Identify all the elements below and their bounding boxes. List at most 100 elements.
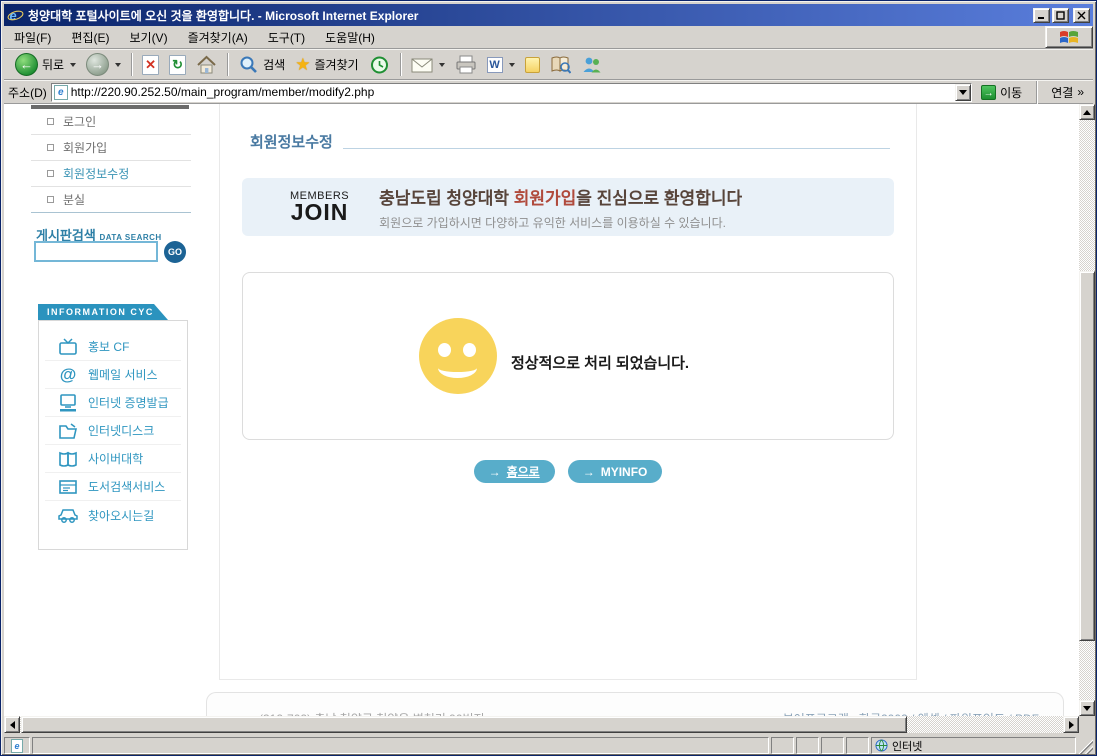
menu-favorites[interactable]: 즐겨찾기(A) xyxy=(188,29,248,46)
address-dropdown-button[interactable] xyxy=(955,84,971,101)
sidebar-item-label: 로그인 xyxy=(63,113,96,130)
address-field[interactable]: e xyxy=(51,83,972,102)
scroll-up-button[interactable] xyxy=(1079,104,1095,120)
board-search-input[interactable] xyxy=(34,241,158,262)
maximize-button[interactable] xyxy=(1052,8,1069,23)
horizontal-scrollbar[interactable] xyxy=(4,716,1079,733)
catalog-icon xyxy=(58,478,78,496)
banner-title-emphasis: 회원가입 xyxy=(514,189,577,208)
back-label: 뒤로 xyxy=(42,56,64,73)
computer-icon xyxy=(58,394,78,412)
status-pane xyxy=(796,737,819,754)
scroll-left-button[interactable] xyxy=(4,716,20,733)
svg-text:e: e xyxy=(10,7,17,22)
sidebar-member-menu: 로그인 회원가입 회원정보수정 분실 xyxy=(31,109,191,213)
vertical-scrollbar[interactable] xyxy=(1079,104,1095,716)
info-item-label: 사이버대학 xyxy=(88,450,143,467)
vertical-scroll-thumb[interactable] xyxy=(1079,271,1095,641)
favorites-label: 즐겨찾기 xyxy=(314,56,358,73)
home-icon xyxy=(196,55,217,75)
messenger-button[interactable] xyxy=(576,51,608,79)
research-button[interactable] xyxy=(545,51,576,79)
info-item-library-search[interactable]: 도서검색서비스 xyxy=(45,473,181,501)
sidebar-item-label: 회원정보수정 xyxy=(63,165,129,182)
scroll-right-button[interactable] xyxy=(1063,716,1079,733)
menu-tools[interactable]: 도구(T) xyxy=(268,29,305,46)
square-bullet-icon xyxy=(47,118,54,125)
members-join-logo: MEMBERS JOIN xyxy=(290,190,349,224)
car-icon xyxy=(58,506,78,524)
page-heading: 회원정보수정 xyxy=(250,131,890,152)
horizontal-scroll-thumb[interactable] xyxy=(21,716,907,733)
mail-icon xyxy=(411,57,433,73)
forward-dropdown-icon[interactable] xyxy=(115,63,121,67)
sidebar-item-modify-info[interactable]: 회원정보수정 xyxy=(31,161,191,187)
scroll-down-button[interactable] xyxy=(1079,700,1095,716)
stop-button[interactable]: ✕ xyxy=(137,51,164,79)
go-button[interactable]: → 이동 xyxy=(976,82,1027,103)
go-label: 이동 xyxy=(1000,84,1022,101)
home-pill-button[interactable]: → 홈으로 xyxy=(474,460,555,483)
print-icon xyxy=(455,55,477,74)
page-viewport: 로그인 회원가입 회원정보수정 분실 게시판검색 DATA SEARCH GO … xyxy=(4,104,1079,716)
information-cyc-header: INFORMATION CYC xyxy=(38,304,168,320)
sidebar-item-lost[interactable]: 분실 xyxy=(31,187,191,213)
menu-view[interactable]: 보기(V) xyxy=(129,29,167,46)
links-button[interactable]: 연결 » xyxy=(1046,82,1089,103)
favorites-button[interactable]: ★ 즐겨찾기 xyxy=(290,51,363,79)
main-content: 회원정보수정 MEMBERS JOIN 충남도립 청양대학 회원가입을 진심으로… xyxy=(219,104,917,680)
info-item-cyber-university[interactable]: 사이버대학 xyxy=(45,445,181,473)
action-buttons: → 홈으로 → MYINFO xyxy=(242,460,894,483)
info-item-label: 도서검색서비스 xyxy=(88,478,165,495)
discuss-button[interactable] xyxy=(520,51,545,79)
mail-dropdown-icon[interactable] xyxy=(439,63,445,67)
info-item-directions[interactable]: 찾아오시는길 xyxy=(45,501,181,529)
myinfo-pill-button[interactable]: → MYINFO xyxy=(568,460,663,483)
page-favicon-icon: e xyxy=(54,85,68,100)
address-input[interactable] xyxy=(71,85,955,100)
zone-label: 인터넷 xyxy=(892,738,922,754)
history-button[interactable] xyxy=(364,51,395,79)
favorites-star-icon: ★ xyxy=(295,55,310,75)
addressbar-separator xyxy=(1036,81,1037,104)
search-label: 검색 xyxy=(263,56,285,73)
back-button[interactable]: ← 뒤로 xyxy=(10,51,81,79)
board-search-go-button[interactable]: GO xyxy=(164,241,186,263)
menu-help[interactable]: 도움말(H) xyxy=(325,29,375,46)
resize-grip[interactable] xyxy=(1078,739,1093,754)
sidebar-item-login[interactable]: 로그인 xyxy=(31,109,191,135)
messenger-people-icon xyxy=(581,55,603,74)
sidebar-item-signup[interactable]: 회원가입 xyxy=(31,135,191,161)
status-pane xyxy=(821,737,844,754)
close-button[interactable] xyxy=(1073,8,1090,23)
edit-dropdown-icon[interactable] xyxy=(509,63,515,67)
info-item-webmail[interactable]: @ 웹메일 서비스 xyxy=(45,361,181,389)
refresh-button[interactable]: ↻ xyxy=(164,51,191,79)
mail-button[interactable] xyxy=(406,51,450,79)
back-dropdown-icon[interactable] xyxy=(70,63,76,67)
window-title: 청양대학 포털사이트에 오신 것을 환영합니다. - Microsoft Int… xyxy=(28,7,1031,24)
banner-subtitle: 회원으로 가입하시면 다양하고 유익한 서비스를 이용하실 수 있습니다. xyxy=(379,214,742,231)
menu-file[interactable]: 파일(F) xyxy=(14,29,51,46)
info-item-promo-cf[interactable]: 홍보 CF xyxy=(45,333,181,361)
menu-edit[interactable]: 편집(E) xyxy=(71,29,109,46)
search-button[interactable]: 검색 xyxy=(233,51,290,79)
info-item-internet-disk[interactable]: 인터넷디스크 xyxy=(45,417,181,445)
status-pane xyxy=(771,737,794,754)
banner-title: 충남도립 청양대학 회원가입을 진심으로 환영합니다 xyxy=(379,184,742,209)
home-button[interactable] xyxy=(191,51,222,79)
research-book-icon xyxy=(550,55,571,74)
banner-title-pre: 충남도립 청양대학 xyxy=(379,189,514,208)
minimize-button[interactable] xyxy=(1033,8,1050,23)
edit-word-button[interactable]: W xyxy=(482,51,520,79)
status-pane xyxy=(846,737,869,754)
forward-button[interactable]: → xyxy=(81,51,126,79)
smiley-face-icon xyxy=(419,318,497,394)
back-icon: ← xyxy=(15,53,38,76)
smiley-mouth xyxy=(438,358,477,378)
arrow-right-icon: → xyxy=(583,465,595,479)
info-item-certificates[interactable]: 인터넷 증명발급 xyxy=(45,389,181,417)
print-button[interactable] xyxy=(450,51,482,79)
result-message: 정상적으로 처리 되었습니다. xyxy=(511,352,689,373)
address-label: 주소(D) xyxy=(8,84,47,101)
